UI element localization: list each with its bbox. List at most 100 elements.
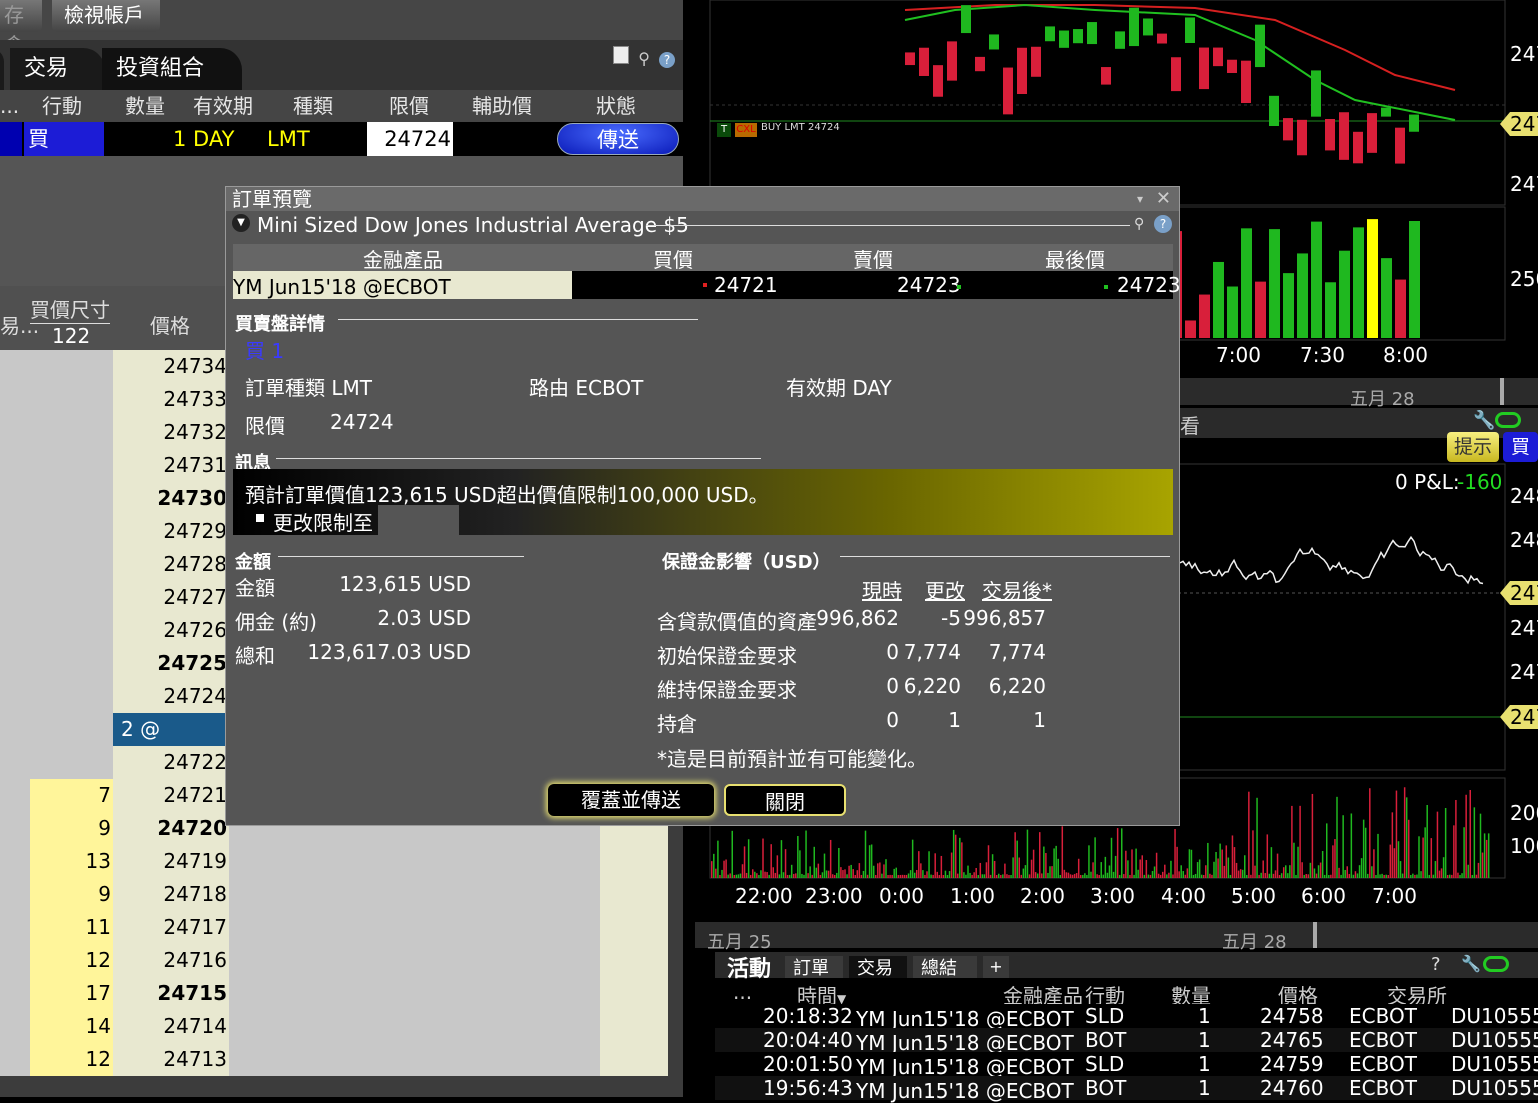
bid-size-cell[interactable] (30, 647, 113, 680)
trade-row[interactable]: 20:18:32 YM Jun15'18 @ECBOT SLD 1 24758 ECBOT… (715, 1004, 1538, 1031)
bid-size-cell[interactable] (30, 746, 113, 779)
ask-size-cell[interactable] (229, 845, 600, 878)
bid-size-cell[interactable]: 9 (30, 812, 113, 845)
wrench-icon[interactable]: 🔧 (1461, 954, 1481, 973)
close-button[interactable]: 關閉 (724, 784, 846, 816)
col-header-limit[interactable]: 限價 (389, 90, 429, 122)
dialog-titlebar[interactable]: 訂單預覽 ▾ ✕ (226, 187, 1179, 211)
price-cell[interactable]: 24732 (113, 416, 229, 449)
link-icon[interactable] (1483, 956, 1509, 972)
bid-size-cell[interactable]: 12 (30, 1043, 113, 1076)
bid-size-cell[interactable]: 7 (30, 779, 113, 812)
tab-portfolio[interactable]: 投資組合 (102, 48, 242, 90)
price-cell[interactable]: 24714 (113, 1010, 229, 1043)
price-cell[interactable]: 24715 (113, 977, 229, 1010)
price-cell[interactable]: 2 @ 24723 (113, 713, 229, 774)
position-tab-stub[interactable]: 存倉* (0, 0, 42, 87)
price-cell[interactable]: 24725 (113, 647, 229, 680)
bid-size-header[interactable]: 買價尺寸 (30, 294, 110, 324)
ladder-row[interactable]: 12 24716 (0, 944, 683, 977)
order-action-cell[interactable]: 買 (24, 122, 104, 156)
bid-size-cell[interactable] (30, 614, 113, 647)
ladder-row[interactable]: 14 24714 (0, 1010, 683, 1043)
bid-size-cell[interactable] (30, 515, 113, 548)
tab-orders[interactable]: 訂單 (785, 956, 843, 979)
order-type-cell[interactable]: LMT (267, 122, 310, 156)
bid-size-cell[interactable] (30, 449, 113, 482)
price-cell[interactable]: 24734 (113, 350, 229, 383)
ladder-extra-cell[interactable] (600, 1010, 668, 1043)
tab-trade[interactable]: 交易 (10, 48, 105, 90)
bid-size-cell[interactable] (30, 350, 113, 383)
bid-size-cell[interactable]: 13 (30, 845, 113, 878)
ask-size-cell[interactable] (229, 977, 600, 1010)
col-header-action[interactable]: 行動 (42, 90, 82, 122)
pin-icon[interactable]: ⚲ (1134, 216, 1144, 232)
link-icon[interactable] (1495, 412, 1521, 428)
ask-size-cell[interactable] (229, 911, 600, 944)
price-cell[interactable]: 24717 (113, 911, 229, 944)
trade-row[interactable]: 19:56:43 YM Jun15'18 @ECBOT BOT 1 24760 ECBOT… (715, 1076, 1538, 1103)
price-cell[interactable]: 24720 (113, 812, 229, 845)
help-icon[interactable]: ? (659, 52, 675, 68)
price-cell[interactable]: 24728 (113, 548, 229, 581)
order-limit-cell[interactable]: 24724 (367, 122, 453, 156)
bid-size-cell[interactable] (30, 482, 113, 515)
bid-size-cell[interactable]: 17 (30, 977, 113, 1010)
price-cell[interactable]: 24718 (113, 878, 229, 911)
price-cell[interactable]: 24727 (113, 581, 229, 614)
ladder-row[interactable]: 17 24715 (0, 977, 683, 1010)
change-limit-input[interactable] (378, 505, 459, 535)
bid-size-cell[interactable]: 14 (30, 1010, 113, 1043)
price-cell[interactable]: 24729 (113, 515, 229, 548)
close-icon[interactable]: ✕ (1156, 187, 1171, 211)
ladder-extra-cell[interactable] (600, 944, 668, 977)
trade-row[interactable]: 20:04:40 YM Jun15'18 @ECBOT BOT 1 24765 ECBOT… (715, 1028, 1538, 1055)
col-header-quantity[interactable]: 數量 (125, 90, 165, 122)
bid-size-cell[interactable] (30, 680, 113, 713)
price-cell[interactable]: 24716 (113, 944, 229, 977)
ladder-row[interactable]: 13 24719 (0, 845, 683, 878)
price-cell[interactable]: 24730 (113, 482, 229, 515)
ask-size-cell[interactable] (229, 944, 600, 977)
col-header-status[interactable]: 狀態 (596, 90, 636, 122)
price-cell[interactable]: 24726 (113, 614, 229, 647)
price-cell[interactable]: 24733 (113, 383, 229, 416)
collapse-icon[interactable]: ▼ (232, 214, 250, 232)
override-and-transmit-button[interactable]: 覆蓋並傳送 (548, 784, 714, 816)
ladder-row[interactable]: 12 24713 (0, 1043, 683, 1076)
ladder-extra-cell[interactable] (600, 1043, 668, 1076)
ladder-row[interactable]: 11 24717 (0, 911, 683, 944)
price-cell[interactable]: 24722 (113, 746, 229, 779)
price-cell[interactable]: 24731 (113, 449, 229, 482)
view-account-button[interactable]: 檢視帳戶 (52, 0, 160, 32)
tab-summary[interactable]: 總結 (913, 956, 977, 979)
ladder-extra-cell[interactable] (600, 977, 668, 1010)
price-cell[interactable]: 24724 (113, 680, 229, 713)
price-cell[interactable]: 24713 (113, 1043, 229, 1076)
ladder-extra-cell[interactable] (600, 911, 668, 944)
order-cancel-tag[interactable]: CXL (735, 123, 757, 137)
hint-button[interactable]: 提示 (1447, 432, 1499, 462)
order-tif-cell[interactable]: 1 DAY (173, 122, 234, 156)
bid-size-cell[interactable] (30, 416, 113, 449)
buy-button[interactable]: 買 (1503, 432, 1538, 462)
col-header-aux[interactable]: 輔助價 (472, 90, 532, 122)
tab-trades[interactable]: 交易 (849, 956, 907, 979)
add-tab-button[interactable]: + (983, 956, 1009, 978)
ladder-row[interactable]: 9 24718 (0, 878, 683, 911)
col-header-type[interactable]: 種類 (293, 90, 333, 122)
notes-icon[interactable] (613, 46, 630, 64)
ask-size-cell[interactable] (229, 878, 600, 911)
col-header-more[interactable]: ... (733, 980, 752, 1004)
price-cell[interactable]: 24719 (113, 845, 229, 878)
bid-size-cell[interactable] (30, 548, 113, 581)
pin-icon[interactable]: ⚲ (638, 49, 650, 68)
bid-size-cell[interactable]: 11 (30, 911, 113, 944)
minimize-icon[interactable]: ▾ (1137, 187, 1143, 211)
trade-row[interactable]: 20:01:50 YM Jun15'18 @ECBOT SLD 1 24759 ECBOT… (715, 1052, 1538, 1079)
bid-size-cell[interactable]: 9 (30, 878, 113, 911)
price-header[interactable]: 價格 (150, 310, 190, 339)
ask-size-cell[interactable] (229, 1010, 600, 1043)
price-cell[interactable]: 24721 (113, 779, 229, 812)
